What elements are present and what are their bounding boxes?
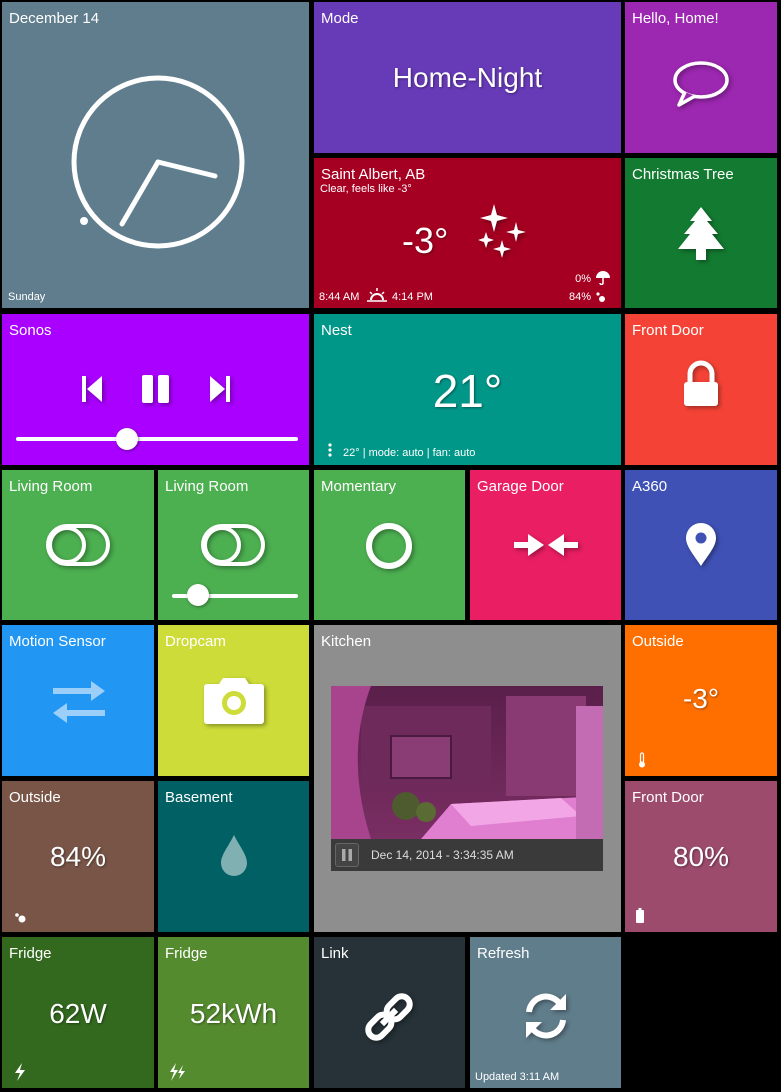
outside-humidity-tile[interactable]: Outside 84% — [2, 781, 154, 932]
water-drop-icon — [221, 835, 247, 876]
weather-temp: -3° — [402, 220, 449, 261]
weather-sunrise: 8:44 AM — [319, 291, 360, 303]
nest-status: 22° | mode: auto | fan: auto — [343, 447, 476, 459]
link-tile[interactable]: Link — [314, 937, 465, 1088]
christmas-tree-tile[interactable]: Christmas Tree — [625, 158, 777, 308]
living-room-switch-tile[interactable]: Living Room — [2, 470, 154, 620]
battery-icon — [636, 908, 644, 923]
tree-icon — [678, 207, 724, 260]
weather-precip: 0% — [575, 273, 591, 285]
nest-tile[interactable]: Nest 21° 22° | mode: auto | fan: auto — [314, 314, 621, 465]
clock-day: Sunday — [8, 291, 46, 303]
swap-arrows-icon — [53, 681, 105, 723]
compress-arrows-icon — [514, 534, 578, 556]
drops-icon — [15, 913, 26, 923]
christmas-tree-title: Christmas Tree — [632, 166, 734, 183]
a360-tile[interactable]: A360 — [625, 470, 777, 620]
front-door-battery-tile[interactable]: Front Door 80% — [625, 781, 777, 932]
front-door-battery-title: Front Door — [632, 789, 704, 806]
pause-icon[interactable] — [140, 373, 172, 405]
toggle-icon[interactable] — [200, 523, 266, 567]
nest-temp: 21° — [432, 365, 503, 417]
dimmer-slider[interactable] — [187, 584, 209, 606]
thermometer-icon — [639, 752, 645, 768]
garage-door-tile[interactable]: Garage Door — [470, 470, 621, 620]
umbrella-icon — [596, 271, 610, 285]
motion-sensor-tile[interactable]: Motion Sensor — [2, 625, 154, 776]
front-door-lock-title: Front Door — [632, 322, 704, 339]
double-bolt-icon — [170, 1063, 185, 1081]
weather-location: Saint Albert, AB — [321, 166, 426, 183]
sonos-tile[interactable]: Sonos — [2, 314, 309, 465]
basement-tile[interactable]: Basement — [158, 781, 309, 932]
mode-value: Home-Night — [392, 62, 543, 93]
clear-night-stars-icon — [478, 204, 526, 258]
living-room-dimmer-title: Living Room — [165, 478, 249, 495]
motion-sensor-title: Motion Sensor — [9, 633, 106, 650]
outside-temperature-tile[interactable]: Outside -3° — [625, 625, 777, 776]
a360-title: A360 — [632, 478, 668, 495]
nest-title: Nest — [321, 322, 352, 339]
fridge-power-title: Fridge — [9, 945, 52, 962]
camera-feed-image — [331, 686, 603, 839]
fridge-energy-value: 52kWh — [189, 998, 278, 1029]
previous-icon[interactable] — [80, 374, 104, 404]
circle-icon[interactable] — [364, 521, 414, 571]
drops-icon — [596, 292, 605, 302]
sonos-title: Sonos — [9, 322, 52, 339]
weather-tile[interactable]: Saint Albert, AB Clear, feels like -3° -… — [314, 158, 621, 308]
kitchen-camera-tile[interactable]: Kitchen Dec 14, 2014 - 3:34:35 AM — [314, 625, 621, 932]
kitchen-title: Kitchen — [321, 633, 372, 650]
lock-icon — [684, 360, 718, 406]
hello-home-title: Hello, Home! — [632, 10, 719, 27]
weather-humidity: 84% — [568, 291, 591, 303]
weather-sunset: 4:14 PM — [392, 291, 433, 303]
camera-icon — [204, 678, 264, 724]
sonos-volume-track — [16, 437, 298, 441]
clock-face — [71, 75, 245, 249]
momentary-title: Momentary — [321, 478, 397, 495]
hello-home-tile[interactable]: Hello, Home! — [625, 2, 777, 153]
basement-title: Basement — [165, 789, 233, 806]
front-door-lock-tile[interactable]: Front Door — [625, 314, 777, 465]
living-room-dimmer-tile[interactable]: Living Room — [158, 470, 309, 620]
refresh-tile[interactable]: Refresh Updated 3:11 AM — [470, 937, 621, 1088]
dropcam-tile[interactable]: Dropcam — [158, 625, 309, 776]
camera-pause-button[interactable] — [335, 843, 359, 867]
dropcam-title: Dropcam — [165, 633, 226, 650]
camera-timestamp: Dec 14, 2014 - 3:34:35 AM — [371, 848, 514, 862]
outside-temp-title: Outside — [632, 633, 684, 650]
more-vertical-icon — [328, 443, 332, 457]
camera-control-bar: Dec 14, 2014 - 3:34:35 AM — [331, 839, 603, 871]
fridge-power-value: 62W — [49, 998, 107, 1029]
speech-bubble-icon — [673, 61, 729, 107]
mode-tile[interactable]: Mode Home-Night — [314, 2, 621, 153]
front-door-battery-value: 80% — [672, 841, 730, 872]
momentary-tile[interactable]: Momentary — [314, 470, 465, 620]
refresh-updated: Updated 3:11 AM — [475, 1071, 560, 1083]
toggle-icon[interactable] — [45, 523, 111, 567]
outside-temp-value: -3° — [682, 683, 720, 714]
link-title: Link — [321, 945, 349, 962]
link-icon — [365, 993, 413, 1041]
map-pin-icon — [686, 523, 716, 566]
bolt-icon — [15, 1063, 25, 1081]
garage-door-title: Garage Door — [477, 478, 564, 495]
next-icon[interactable] — [208, 374, 232, 404]
fridge-power-tile[interactable]: Fridge 62W — [2, 937, 154, 1088]
weather-subtitle: Clear, feels like -3° — [320, 183, 412, 195]
pause-icon — [342, 849, 352, 861]
mode-title: Mode — [321, 10, 359, 27]
refresh-title: Refresh — [477, 945, 530, 962]
fridge-energy-tile[interactable]: Fridge 52kWh — [158, 937, 309, 1088]
outside-hum-title: Outside — [9, 789, 61, 806]
refresh-icon[interactable] — [520, 990, 572, 1042]
clock-tile[interactable]: December 14 Sunday — [2, 2, 309, 308]
sunrise-icon — [367, 288, 387, 302]
living-room-title: Living Room — [9, 478, 93, 495]
sonos-volume-slider[interactable] — [116, 428, 138, 450]
outside-hum-value: 84% — [49, 841, 107, 872]
fridge-energy-title: Fridge — [165, 945, 208, 962]
